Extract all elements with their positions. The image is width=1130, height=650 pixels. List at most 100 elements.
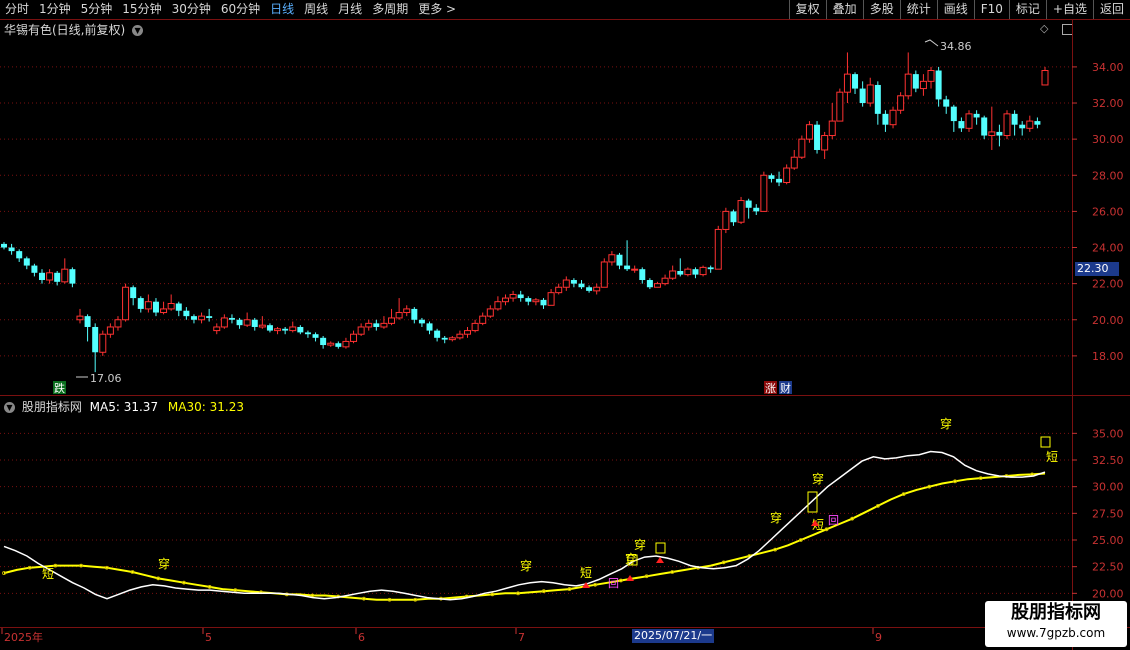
price-tick-label-3: 28.00 (1092, 169, 1124, 182)
indicator-tick-label-0: 35.00 (1092, 427, 1124, 440)
x-label-2: 6 (358, 631, 365, 644)
candle-body (714, 228, 722, 270)
signal-2: 穿 (520, 558, 532, 573)
price-tick-label-7: 20.00 (1092, 314, 1124, 327)
low-price-label: 17.06 (90, 372, 122, 385)
candle-body (562, 279, 570, 288)
current-price-tag: 22.30 (1075, 262, 1119, 276)
candle-body (692, 269, 699, 275)
candle-body (8, 247, 15, 252)
candle-body (274, 328, 282, 332)
candle-body (61, 268, 69, 283)
candle-body (912, 74, 919, 89)
indicator-tick-label-3: 27.50 (1092, 507, 1124, 520)
crosshair-date-tag: 2025/07/21/一 (632, 629, 715, 643)
indicator-legend: ▼ 股朋指标网 MA5: 31.37 MA30: 31.23 (4, 398, 244, 415)
indicator-tick-label-5: 22.50 (1092, 561, 1124, 574)
candle-body (411, 308, 418, 320)
marker-cai: 财 (780, 381, 791, 395)
candle-body (570, 280, 577, 284)
candle-body (555, 286, 563, 294)
candle-body (76, 315, 84, 321)
candle-body (122, 286, 130, 321)
signal-box (1040, 436, 1051, 448)
candle-body (69, 269, 76, 284)
candle-body (653, 283, 661, 288)
candle-body (395, 312, 403, 319)
candle-body (889, 109, 897, 126)
candle-body (434, 330, 441, 338)
high-arrow (924, 39, 939, 47)
signal-hui: 回 (828, 514, 839, 527)
price-tick-label-5: 24.00 (1092, 242, 1124, 255)
signal-9: 穿 (940, 416, 952, 431)
candle-body (228, 317, 235, 320)
candle-body (266, 325, 273, 331)
candle-body (624, 265, 631, 270)
candle-body (167, 303, 175, 310)
candle-body (365, 322, 373, 328)
candle-body (745, 200, 752, 208)
candle-body (494, 301, 502, 310)
candle-body (304, 332, 311, 335)
indicator-tick-label-1: 32.50 (1092, 454, 1124, 467)
candle-body (836, 91, 844, 122)
candle-body (593, 286, 601, 292)
candle-body (23, 258, 30, 266)
indicator-tick-label-6: 20.00 (1092, 587, 1124, 600)
candle-body (874, 84, 881, 114)
candle-body (297, 326, 304, 333)
candle-body (130, 287, 137, 299)
candle-body (790, 156, 798, 169)
candle-body (471, 322, 479, 332)
kline-chart[interactable]: 34.00 32.00 30.00 28.00 26.00 24.00 22.00 20.00… (0, 0, 1130, 650)
candle-body (768, 175, 775, 179)
chevron-down-icon[interactable]: ▼ (4, 402, 15, 413)
candle-body (92, 326, 99, 353)
candle-body (426, 323, 433, 331)
candle-body (608, 254, 616, 263)
candle-body (1041, 70, 1049, 86)
signal-7: 穿 (812, 471, 824, 486)
candle-body (190, 316, 197, 320)
candle-body (996, 131, 1003, 136)
candle-body (373, 323, 380, 327)
price-tick-label-4: 26.00 (1092, 205, 1124, 218)
candle-body (342, 340, 350, 348)
x-label-4: 9 (875, 631, 882, 644)
candle-body (357, 326, 365, 335)
candle-body (814, 124, 821, 150)
candle-body (448, 337, 456, 341)
candle-body (160, 308, 168, 314)
price-tick-label-6: 22.00 (1092, 278, 1124, 291)
marker-zhang: 涨 (765, 382, 776, 395)
candle-body (699, 266, 707, 276)
price-tick-label-8: 18.00 (1092, 350, 1124, 363)
candle-body (669, 270, 677, 279)
candle-body (350, 333, 358, 342)
candle-body (950, 106, 957, 122)
candle-body (206, 316, 213, 318)
candle-body (213, 326, 221, 332)
candle-body (1003, 113, 1011, 137)
signal-0: 短 (42, 567, 54, 581)
candle-body (106, 326, 114, 335)
candle-body (509, 293, 517, 299)
candle-body (258, 324, 266, 328)
watermark-url: www.7gpzb.com (1006, 626, 1106, 640)
candle-body (198, 315, 206, 321)
candle-body (722, 210, 730, 230)
signal-5: 穿 (634, 537, 646, 552)
candle-body (251, 319, 258, 327)
candle-body (137, 298, 144, 309)
indicator-tick-label-4: 25.00 (1092, 534, 1124, 547)
candle-body (54, 272, 61, 282)
candle-body (517, 294, 524, 299)
x-label-1: 5 (205, 631, 212, 644)
candle-body (464, 330, 472, 335)
candle-body (828, 120, 836, 137)
candle-body (843, 73, 851, 93)
candle-body (1, 243, 7, 248)
candle-body (289, 326, 297, 332)
candle-body (99, 333, 107, 353)
